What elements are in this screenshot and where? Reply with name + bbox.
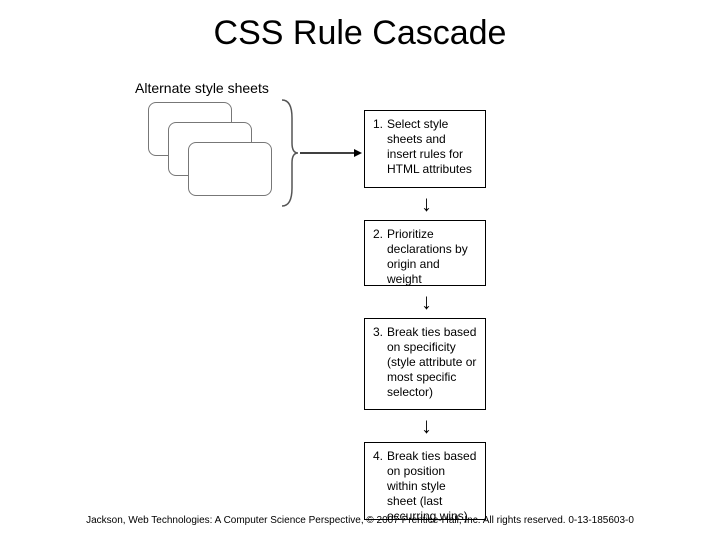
stylesheet-box-3: [188, 142, 272, 196]
step-number: 1.: [373, 117, 387, 132]
step-text: Break ties based on specificity (style a…: [387, 325, 477, 400]
step-number: 4.: [373, 449, 387, 464]
step-number: 3.: [373, 325, 387, 340]
arrow-down-icon: ↓: [421, 291, 432, 313]
step-number: 2.: [373, 227, 387, 242]
step-text: Break ties based on position within styl…: [387, 449, 477, 524]
slide-title: CSS Rule Cascade: [0, 14, 720, 53]
step-box-4: 4. Break ties based on position within s…: [364, 442, 486, 520]
slide-footer: Jackson, Web Technologies: A Computer Sc…: [0, 515, 720, 526]
alt-stylesheets-label: Alternate style sheets: [135, 80, 269, 96]
step-box-2: 2. Prioritize declarations by origin and…: [364, 220, 486, 286]
arrow-down-icon: ↓: [421, 193, 432, 215]
step-box-3: 3. Break ties based on specificity (styl…: [364, 318, 486, 410]
arrow-down-icon: ↓: [421, 415, 432, 437]
step-box-1: 1. Select style sheets and insert rules …: [364, 110, 486, 188]
arrow-right-icon: [300, 148, 362, 158]
brace-icon: [278, 98, 300, 208]
step-text: Select style sheets and insert rules for…: [387, 117, 477, 177]
step-text: Prioritize declarations by origin and we…: [387, 227, 477, 287]
